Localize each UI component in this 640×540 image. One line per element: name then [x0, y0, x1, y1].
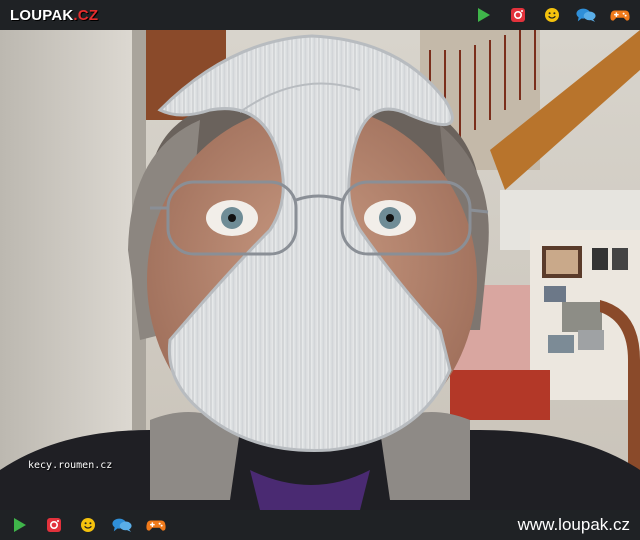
logo-suffix: .CZ — [73, 6, 99, 24]
smiley-icon[interactable] — [78, 516, 98, 534]
play-icon[interactable] — [474, 6, 494, 24]
bottom-bar: www.loupak.cz — [0, 510, 640, 540]
site-url-link[interactable]: www.loupak.cz — [518, 515, 630, 535]
instagram-icon[interactable] — [44, 516, 64, 534]
gamepad-icon[interactable] — [146, 516, 166, 534]
bottom-icon-row — [10, 516, 166, 534]
smiley-icon[interactable] — [542, 6, 562, 24]
logo-text: LOUPAK — [10, 6, 74, 24]
site-logo[interactable]: LOUPAK.CZ — [10, 7, 98, 24]
play-icon[interactable] — [10, 516, 30, 534]
chat-icon[interactable] — [112, 516, 132, 534]
instagram-icon[interactable] — [508, 6, 528, 24]
chat-icon[interactable] — [576, 6, 596, 24]
watermark: kecy.roumen.cz — [28, 460, 113, 471]
gamepad-icon[interactable] — [610, 6, 630, 24]
top-bar: LOUPAK.CZ — [0, 0, 640, 30]
top-icon-row — [474, 6, 630, 24]
photo-illustration — [0, 30, 640, 510]
meme-photo: kecy.roumen.cz — [0, 30, 640, 510]
